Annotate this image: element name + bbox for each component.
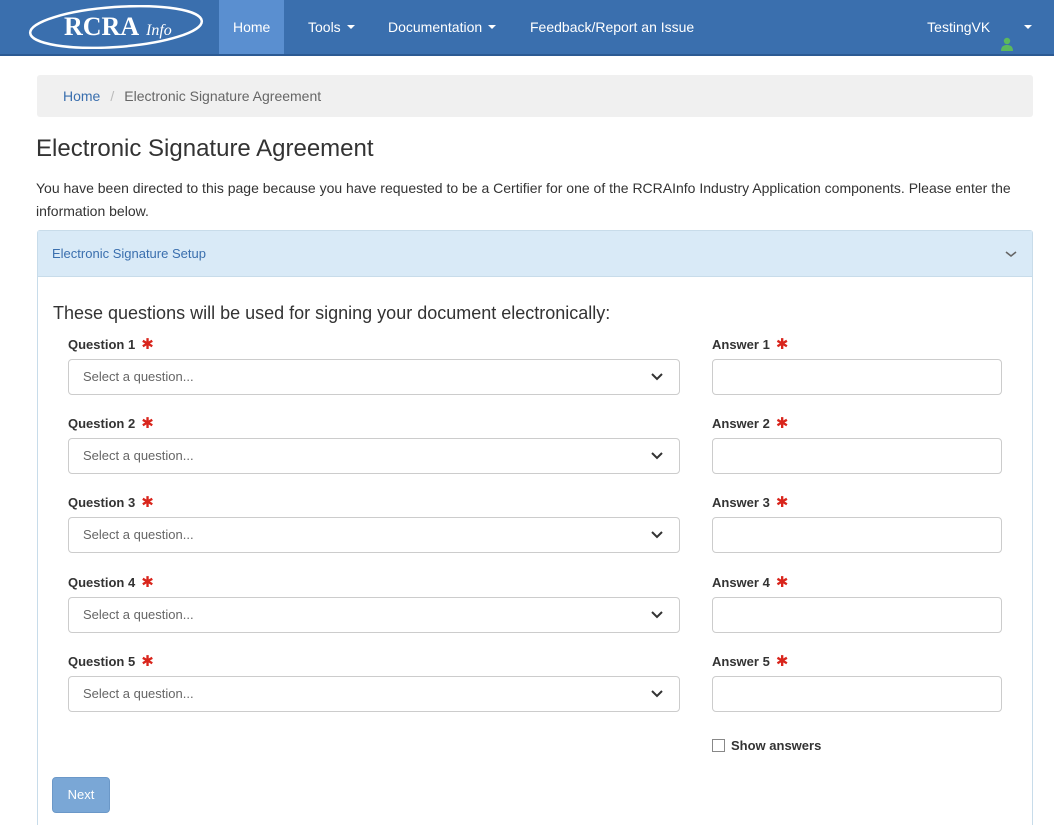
nav-home-label: Home xyxy=(233,19,271,35)
required-asterisk-icon: ✱ xyxy=(141,653,154,670)
question-5-label: Question 5 ✱ xyxy=(68,652,154,670)
breadcrumb-current: Electronic Signature Agreement xyxy=(124,88,322,104)
caret-down-icon xyxy=(1024,25,1032,30)
answer-5-label: Answer 5 ✱ xyxy=(712,652,788,670)
chevron-down-icon xyxy=(651,360,663,394)
question-2-select[interactable]: Select a question... xyxy=(68,438,680,474)
answer-4-label: Answer 4 ✱ xyxy=(712,573,788,591)
question-3-label-text: Question 3 xyxy=(68,495,136,510)
answer-1-input[interactable] xyxy=(712,359,1002,395)
required-asterisk-icon: ✱ xyxy=(141,574,154,591)
question-2-label-text: Question 2 xyxy=(68,416,136,431)
chevron-down-icon xyxy=(651,439,663,473)
breadcrumb: Home / Electronic Signature Agreement xyxy=(37,75,1033,117)
breadcrumb-separator: / xyxy=(110,88,115,104)
show-answers-label: Show answers xyxy=(731,738,822,753)
nav-tools[interactable]: Tools xyxy=(294,0,369,54)
question-5-label-text: Question 5 xyxy=(68,654,136,669)
question-1-placeholder: Select a question... xyxy=(83,369,194,384)
question-2-label: Question 2 ✱ xyxy=(68,414,154,432)
rcrainfo-logo-graphic: RCRA Info xyxy=(28,5,204,49)
answer-4-label-text: Answer 4 xyxy=(712,575,770,590)
answer-2-label-text: Answer 2 xyxy=(712,416,770,431)
panel-heading[interactable]: Electronic Signature Setup xyxy=(38,231,1032,277)
question-3-placeholder: Select a question... xyxy=(83,527,194,542)
svg-text:RCRA: RCRA xyxy=(64,12,139,41)
answer-3-label: Answer 3 ✱ xyxy=(712,493,788,511)
question-3-select[interactable]: Select a question... xyxy=(68,517,680,553)
required-asterisk-icon: ✱ xyxy=(141,336,154,353)
user-menu[interactable]: TestingVK xyxy=(927,0,1032,54)
answer-3-label-text: Answer 3 xyxy=(712,495,770,510)
signature-setup-panel: Electronic Signature Setup These questio… xyxy=(37,230,1033,825)
required-asterisk-icon: ✱ xyxy=(141,494,154,511)
svg-text:Info: Info xyxy=(145,22,172,39)
caret-down-icon xyxy=(488,25,497,30)
chevron-down-icon[interactable] xyxy=(1004,231,1018,277)
panel-heading-label: Electronic Signature Setup xyxy=(52,246,206,261)
question-1-label-text: Question 1 xyxy=(68,337,136,352)
show-answers-toggle[interactable]: Show answers xyxy=(712,738,821,753)
chevron-down-icon xyxy=(651,598,663,632)
next-button[interactable]: Next xyxy=(52,777,110,813)
question-1-select[interactable]: Select a question... xyxy=(68,359,680,395)
nav-home[interactable]: Home xyxy=(219,0,285,54)
nav-feedback-label: Feedback/Report an Issue xyxy=(530,19,695,35)
required-asterisk-icon: ✱ xyxy=(141,415,154,432)
chevron-down-icon xyxy=(651,518,663,552)
answer-2-label: Answer 2 ✱ xyxy=(712,414,788,432)
breadcrumb-home-link[interactable]: Home xyxy=(63,88,100,104)
question-5-placeholder: Select a question... xyxy=(83,686,194,701)
nav-feedback[interactable]: Feedback/Report an Issue xyxy=(516,0,708,54)
answer-5-input[interactable] xyxy=(712,676,1002,712)
questions-intro: These questions will be used for signing… xyxy=(53,303,611,323)
required-asterisk-icon: ✱ xyxy=(775,653,789,670)
answer-1-label: Answer 1 ✱ xyxy=(712,335,788,353)
nav-documentation-label: Documentation xyxy=(388,19,483,35)
next-button-label: Next xyxy=(67,787,95,802)
question-2-placeholder: Select a question... xyxy=(83,448,194,463)
answer-1-label-text: Answer 1 xyxy=(712,337,770,352)
question-4-select[interactable]: Select a question... xyxy=(68,597,680,633)
answer-4-input[interactable] xyxy=(712,597,1002,633)
show-answers-checkbox[interactable] xyxy=(712,739,725,753)
answer-3-input[interactable] xyxy=(712,517,1002,553)
question-5-select[interactable]: Select a question... xyxy=(68,676,680,712)
intro-text: You have been directed to this page beca… xyxy=(36,180,1011,219)
page-title: Electronic Signature Agreement xyxy=(36,135,374,162)
user-icon xyxy=(1000,19,1014,52)
question-4-placeholder: Select a question... xyxy=(83,607,194,622)
rcrainfo-logo[interactable]: RCRA Info xyxy=(28,5,208,49)
required-asterisk-icon: ✱ xyxy=(775,415,789,432)
answer-2-input[interactable] xyxy=(712,438,1002,474)
nav-tools-label: Tools xyxy=(308,19,341,35)
caret-down-icon xyxy=(346,25,355,30)
user-name: TestingVK xyxy=(927,19,991,35)
question-4-label: Question 4 ✱ xyxy=(68,573,154,591)
answer-5-label-text: Answer 5 xyxy=(712,654,770,669)
nav-documentation[interactable]: Documentation xyxy=(374,0,510,54)
chevron-down-icon xyxy=(651,677,663,711)
required-asterisk-icon: ✱ xyxy=(775,336,789,353)
required-asterisk-icon: ✱ xyxy=(775,494,789,511)
required-asterisk-icon: ✱ xyxy=(775,574,789,591)
top-navbar: RCRA Info Home Tools Documentation Feedb… xyxy=(0,0,1054,56)
question-3-label: Question 3 ✱ xyxy=(68,493,154,511)
question-1-label: Question 1 ✱ xyxy=(68,335,154,353)
question-4-label-text: Question 4 xyxy=(68,575,136,590)
